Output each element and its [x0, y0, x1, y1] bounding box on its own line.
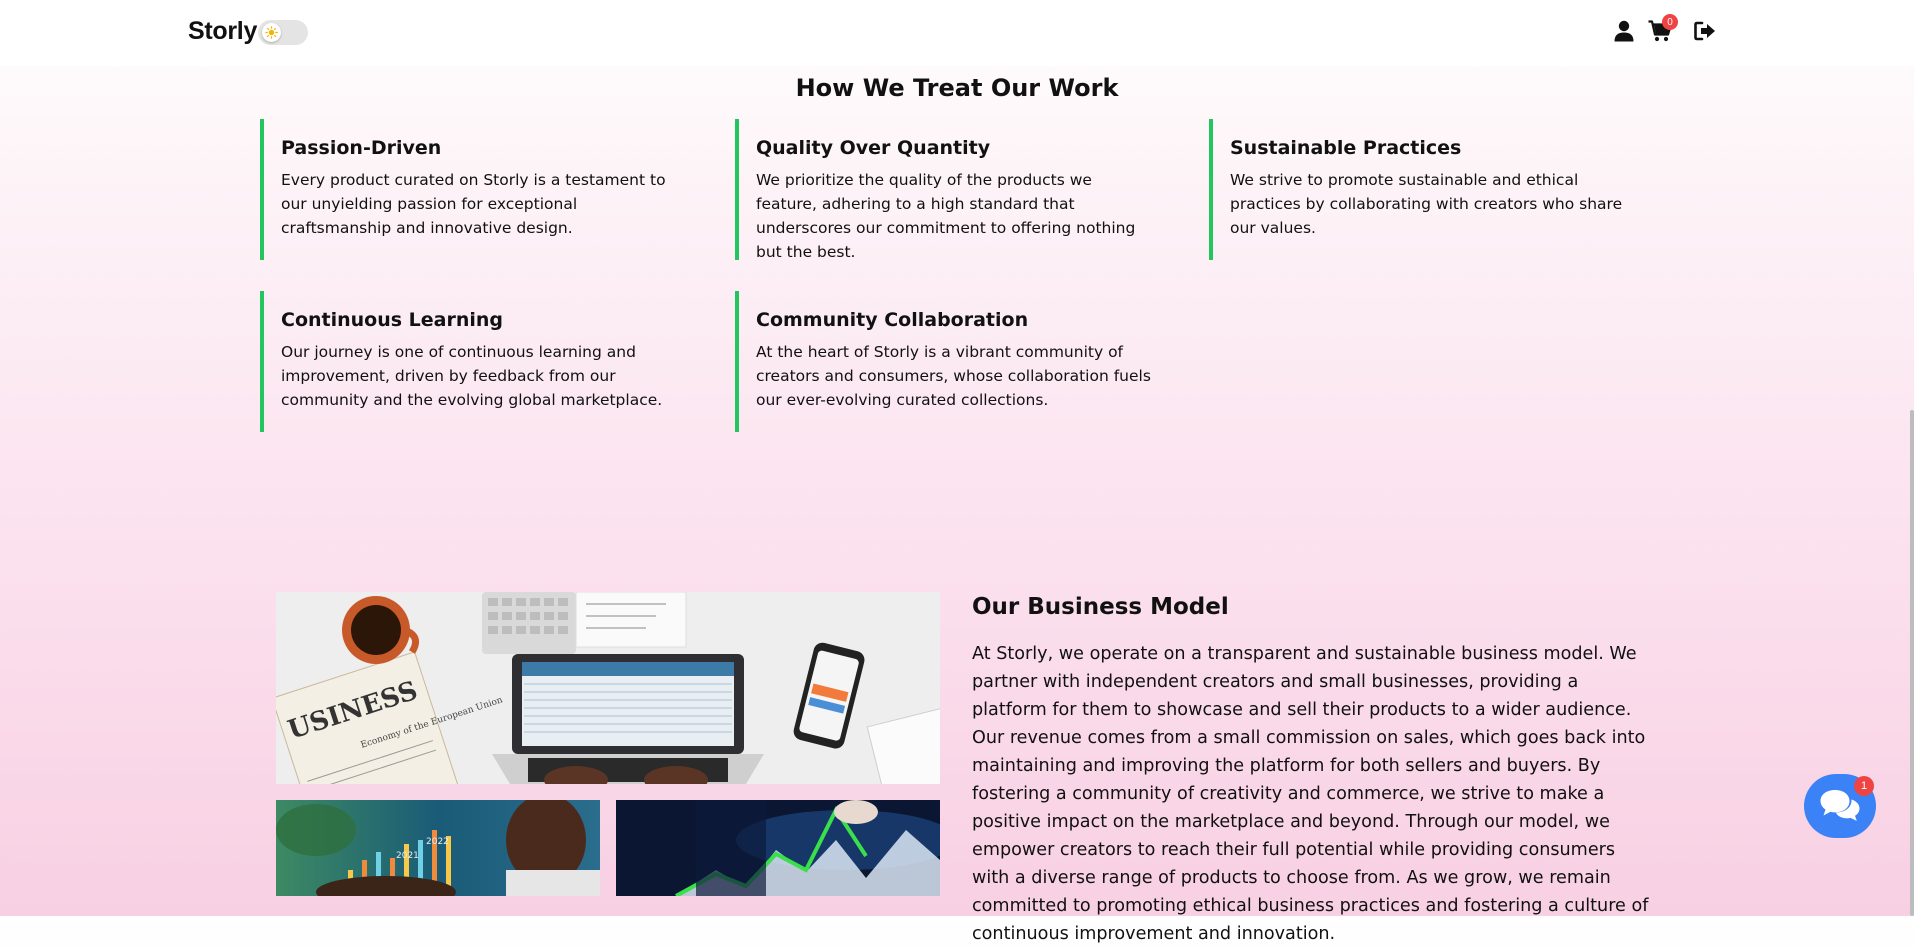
- theme-toggle[interactable]: [258, 20, 308, 45]
- logout-icon: [1694, 21, 1715, 41]
- top-navbar: Storly 0: [0, 0, 1914, 66]
- value-card-description: Our journey is one of continuous learnin…: [281, 343, 663, 409]
- cart-count-badge: 0: [1662, 14, 1678, 30]
- business-photo-desk: USINESS Economy of the European Union: [276, 592, 940, 784]
- desk-illustration: USINESS Economy of the European Union: [276, 592, 940, 784]
- sun-icon: [265, 26, 278, 39]
- business-model-text: At Storly, we operate on a transparent a…: [972, 644, 1649, 944]
- growth-chart-illustration: 2022 2021: [276, 800, 600, 896]
- stock-graph-illustration: [616, 800, 940, 896]
- profile-button[interactable]: [1611, 18, 1637, 44]
- chart-year-2022: 2022: [426, 837, 449, 847]
- value-card-title: Sustainable Practices: [1230, 137, 1462, 159]
- value-card-description: We strive to promote sustainable and eth…: [1230, 171, 1623, 237]
- value-card-title: Community Collaboration: [756, 309, 1029, 331]
- business-model-title: Our Business Model: [972, 594, 1229, 620]
- business-photo-growth-chart: 2022 2021: [276, 800, 600, 896]
- toggle-knob: [262, 23, 281, 42]
- value-card-description: We prioritize the quality of the product…: [756, 171, 1136, 261]
- value-card-community: Community Collaboration At the heart of …: [735, 291, 1155, 432]
- value-card-title: Quality Over Quantity: [756, 137, 991, 159]
- value-card-description: Every product curated on Storly is a tes…: [281, 171, 666, 237]
- chart-year-2021: 2021: [396, 851, 419, 861]
- value-card-learning: Continuous Learning Our journey is one o…: [260, 291, 680, 432]
- chat-bubbles-icon: [1820, 790, 1860, 821]
- page-scrollbar[interactable]: [1910, 410, 1914, 916]
- value-card-passion: Passion-Driven Every product curated on …: [260, 119, 680, 260]
- value-card-title: Passion-Driven: [281, 137, 442, 159]
- values-section-title: How We Treat Our Work: [795, 74, 1119, 102]
- business-photo-stock-graph: [616, 800, 940, 896]
- brand-logo[interactable]: Storly: [188, 17, 257, 46]
- value-card-title: Continuous Learning: [281, 309, 504, 331]
- logout-button[interactable]: [1692, 18, 1718, 44]
- user-icon: [1614, 20, 1634, 42]
- chat-unread-badge: 1: [1854, 776, 1874, 796]
- value-card-quality: Quality Over Quantity We prioritize the …: [735, 119, 1155, 261]
- value-card-description: At the heart of Storly is a vibrant comm…: [756, 343, 1151, 409]
- value-card-sustainable: Sustainable Practices We strive to promo…: [1209, 119, 1629, 260]
